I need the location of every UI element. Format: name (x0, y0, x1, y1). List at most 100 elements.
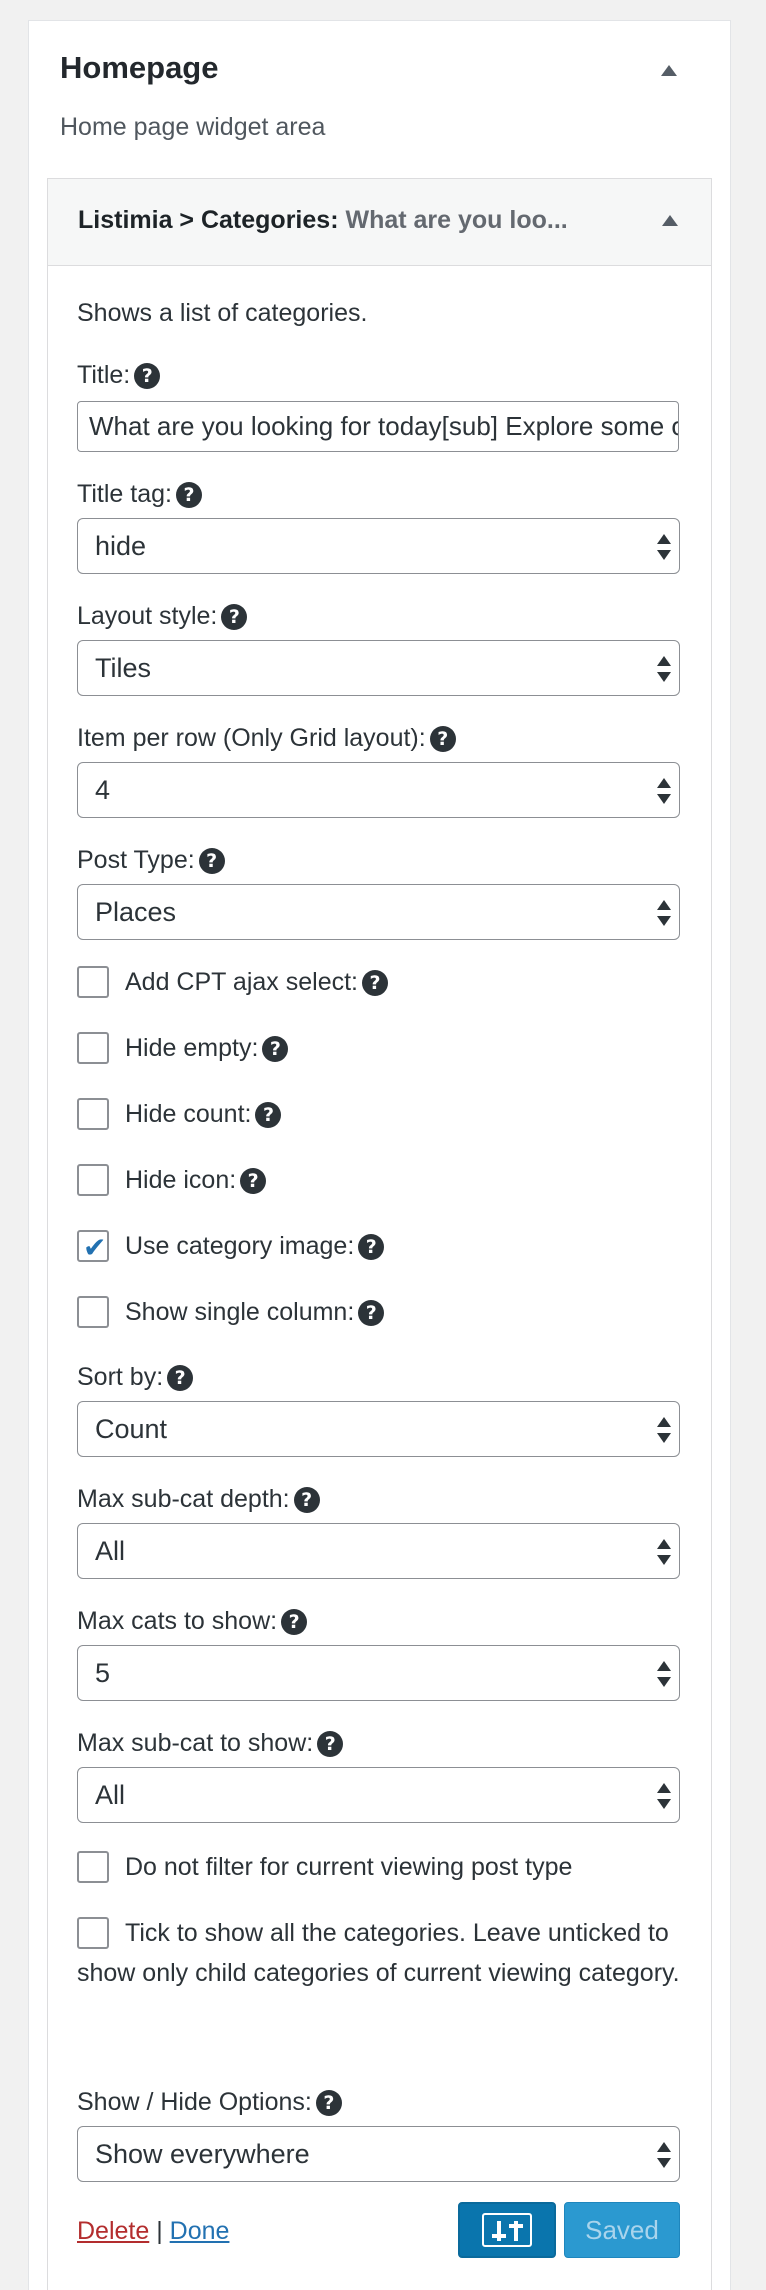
widget-area-header[interactable]: Homepage (29, 21, 730, 101)
widget-description: Shows a list of categories. (77, 299, 368, 327)
widget-header[interactable]: Listimia > Categories: What are you loo.… (48, 179, 711, 266)
updown-arrows-icon (657, 534, 671, 560)
show-all-label: Tick to show all the categories. Leave u… (77, 1919, 680, 1987)
help-icon[interactable]: ? (134, 363, 161, 389)
sort-by-value: Count (95, 1414, 168, 1444)
updown-arrows-icon (657, 1661, 671, 1687)
help-icon[interactable]: ? (240, 1168, 267, 1194)
help-icon[interactable]: ? (358, 1234, 385, 1260)
hide-icon-checkbox[interactable] (77, 1164, 109, 1196)
max-cats-label-text: Max cats to show: (77, 1607, 278, 1635)
checkmark-icon: ✔ (83, 1231, 107, 1264)
max-subcat-depth-label-text: Max sub-cat depth: (77, 1485, 290, 1513)
per-row-select[interactable]: 4 (77, 762, 680, 818)
post-type-select[interactable]: Places (77, 884, 680, 940)
title-tag-value: hide (95, 531, 147, 561)
help-icon[interactable]: ? (317, 1731, 344, 1757)
post-type-label: Post Type:? (77, 846, 225, 875)
hide-count-label: Hide count:? (125, 1100, 282, 1129)
help-icon[interactable]: ? (358, 1300, 385, 1326)
title-tag-select[interactable]: hide (77, 518, 680, 574)
help-icon[interactable]: ? (293, 1487, 320, 1513)
help-icon[interactable]: ? (167, 1365, 194, 1391)
max-cats-select[interactable]: 5 (77, 1645, 680, 1701)
updown-arrows-icon (657, 2142, 671, 2168)
title-tag-label-text: Title tag: (77, 480, 172, 508)
layout-style-label: Layout style:? (77, 602, 248, 631)
cpt-ajax-checkbox[interactable] (77, 966, 109, 998)
updown-arrows-icon (657, 900, 671, 926)
use-category-image-checkbox[interactable]: ✔ (77, 1230, 109, 1264)
title-label-text: Title: (77, 361, 131, 389)
widget-title-prefix: Listimia > Categories (78, 206, 331, 234)
single-column-checkbox[interactable] (77, 1296, 109, 1328)
layout-style-value: Tiles (95, 653, 152, 683)
hide-icon-label-text: Hide icon: (125, 1166, 237, 1194)
max-subcat-depth-value: All (95, 1536, 126, 1566)
footer-separator: | (156, 2217, 163, 2245)
widget-area-description: Home page widget area (60, 113, 326, 141)
per-row-label-text: Item per row (Only Grid layout): (77, 724, 426, 752)
cpt-ajax-label-text: Add CPT ajax select: (125, 968, 358, 996)
done-link[interactable]: Done (170, 2217, 230, 2245)
max-subcat-show-select[interactable]: All (77, 1767, 680, 1823)
widget-footer-links: Delete | Done (77, 2217, 229, 2246)
help-icon[interactable]: ? (175, 482, 202, 508)
sort-by-label: Sort by:? (77, 1363, 194, 1392)
categories-widget: Listimia > Categories: What are you loo.… (47, 178, 712, 2290)
single-column-label: Show single column:? (125, 1298, 385, 1327)
use-category-image-label-text: Use category image: (125, 1232, 355, 1260)
widget-settings-button[interactable] (458, 2202, 556, 2258)
per-row-label: Item per row (Only Grid layout):? (77, 724, 456, 753)
title-label: Title:? (77, 361, 161, 390)
hide-count-checkbox[interactable] (77, 1098, 109, 1130)
layout-style-select[interactable]: Tiles (77, 640, 680, 696)
updown-arrows-icon (657, 1417, 671, 1443)
no-filter-checkbox[interactable] (77, 1851, 109, 1883)
show-hide-select[interactable]: Show everywhere (77, 2126, 680, 2182)
hide-icon-label: Hide icon:? (125, 1166, 267, 1195)
post-type-label-text: Post Type: (77, 846, 195, 874)
help-icon[interactable]: ? (221, 604, 248, 630)
widget-title-separator: : (330, 206, 346, 234)
help-icon[interactable]: ? (361, 970, 388, 996)
max-subcat-depth-select[interactable]: All (77, 1523, 680, 1579)
max-cats-value: 5 (95, 1658, 111, 1688)
widget-title-suffix: What are you loo... (345, 206, 568, 234)
post-type-value: Places (95, 897, 177, 927)
hide-empty-label: Hide empty:? (125, 1034, 289, 1063)
help-icon[interactable]: ? (262, 1036, 289, 1062)
help-icon[interactable]: ? (198, 848, 225, 874)
help-icon[interactable]: ? (281, 1609, 308, 1635)
max-subcat-show-label: Max sub-cat to show:? (77, 1729, 344, 1758)
delete-link[interactable]: Delete (77, 2217, 149, 2245)
saved-button[interactable]: Saved (564, 2202, 680, 2258)
updown-arrows-icon (657, 778, 671, 804)
max-subcat-depth-label: Max sub-cat depth:? (77, 1485, 320, 1514)
collapse-widget-icon[interactable] (662, 215, 678, 226)
show-hide-value: Show everywhere (95, 2139, 310, 2169)
max-subcat-show-label-text: Max sub-cat to show: (77, 1729, 314, 1757)
help-icon[interactable]: ? (255, 1102, 282, 1128)
sort-by-select[interactable]: Count (77, 1401, 680, 1457)
collapse-area-icon[interactable] (661, 65, 677, 76)
sliders-icon (482, 2213, 532, 2247)
show-hide-label-text: Show / Hide Options: (77, 2088, 312, 2116)
sort-by-label-text: Sort by: (77, 1363, 164, 1391)
help-icon[interactable]: ? (429, 726, 456, 752)
no-filter-label: Do not filter for current viewing post t… (125, 1853, 573, 1881)
hide-empty-checkbox[interactable] (77, 1032, 109, 1064)
per-row-value: 4 (95, 775, 111, 805)
title-input[interactable]: What are you looking for today[sub] Expl… (77, 401, 679, 452)
max-subcat-show-value: All (95, 1780, 126, 1810)
single-column-label-text: Show single column: (125, 1298, 355, 1326)
hide-count-label-text: Hide count: (125, 1100, 252, 1128)
use-category-image-label: Use category image:? (125, 1232, 385, 1261)
widget-area-title: Homepage (60, 50, 219, 85)
widget-area-panel: Homepage Home page widget area Listimia … (28, 20, 731, 2290)
layout-style-label-text: Layout style: (77, 602, 218, 630)
help-icon[interactable]: ? (315, 2090, 342, 2116)
updown-arrows-icon (657, 656, 671, 682)
widget-title: Listimia > Categories: What are you loo.… (78, 206, 568, 235)
updown-arrows-icon (657, 1783, 671, 1809)
